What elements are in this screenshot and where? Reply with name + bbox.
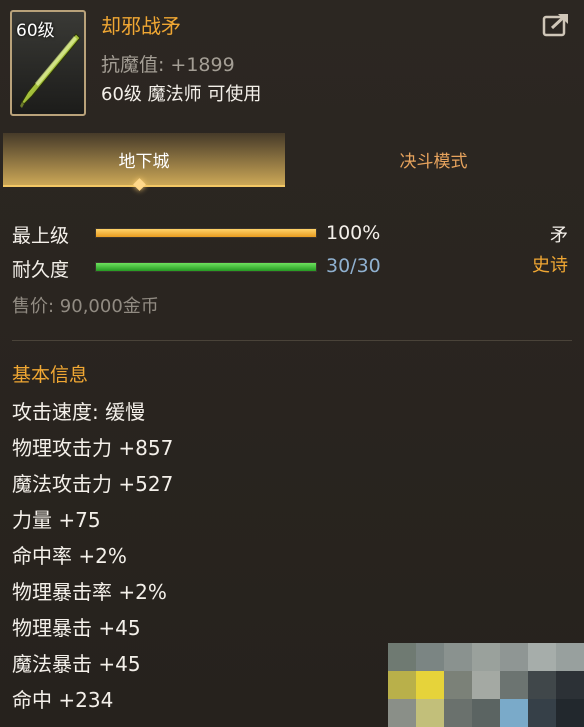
- durability-label: 耐久度: [12, 259, 70, 281]
- durability-bar-fill: [96, 263, 316, 271]
- class-requirement: 60级 魔法师 可使用: [101, 84, 262, 105]
- mosaic-watermark: [388, 643, 584, 727]
- hit-attr: 命中 +234: [12, 688, 114, 712]
- tab-duel[interactable]: 决斗模式: [286, 133, 581, 185]
- hit-rate-attr: 命中率 +2%: [12, 544, 127, 568]
- item-type: 矛: [550, 225, 568, 246]
- magic-resist-label: 抗魔值:: [101, 54, 165, 76]
- attribute-list: 攻击速度: 缓慢 物理攻击力 +857 魔法攻击力 +527 力量 +75 命中…: [12, 398, 173, 722]
- magic-resist-value: +1899: [170, 54, 235, 76]
- divider: [12, 340, 572, 341]
- share-icon: [542, 13, 568, 37]
- grade-bar: [95, 228, 317, 238]
- basic-info-title: 基本信息: [12, 364, 89, 386]
- physical-crit-attr: 物理暴击 +45: [12, 616, 141, 640]
- physical-crit-rate-attr: 物理暴击率 +2%: [12, 580, 167, 604]
- sell-price: 售价: 90,000金币: [12, 296, 159, 317]
- durability-bar: [95, 262, 317, 272]
- physical-attack-attr: 物理攻击力 +857: [12, 436, 174, 460]
- tab-dungeon[interactable]: 地下城: [3, 133, 285, 187]
- item-rarity: 史诗: [532, 255, 568, 276]
- grade-bar-fill: [96, 229, 316, 237]
- item-icon-frame: 60级: [10, 10, 86, 116]
- grade-value: 100%: [326, 222, 381, 244]
- attack-speed-attr: 攻击速度: 缓慢: [12, 400, 146, 424]
- grade-label: 最上级: [12, 225, 70, 247]
- share-button[interactable]: [542, 12, 570, 38]
- magic-resist-stat: 抗魔值: +1899: [101, 50, 235, 77]
- item-header: 60级 却邪战矛 抗魔值: +1899 60级 魔法师 可使用: [0, 0, 584, 122]
- magic-crit-attr: 魔法暴击 +45: [12, 652, 141, 676]
- mode-tabs: 地下城 决斗模式: [0, 133, 584, 191]
- item-tooltip-panel: 60级 却邪战矛 抗魔值: +1899 60级 魔法师 可使用 地下城 决斗模式…: [0, 0, 584, 727]
- item-name: 却邪战矛: [101, 14, 181, 38]
- strength-attr: 力量 +75: [12, 508, 101, 532]
- durability-value: 30/30: [326, 255, 381, 277]
- magic-attack-attr: 魔法攻击力 +527: [12, 472, 174, 496]
- spear-icon: [20, 33, 81, 108]
